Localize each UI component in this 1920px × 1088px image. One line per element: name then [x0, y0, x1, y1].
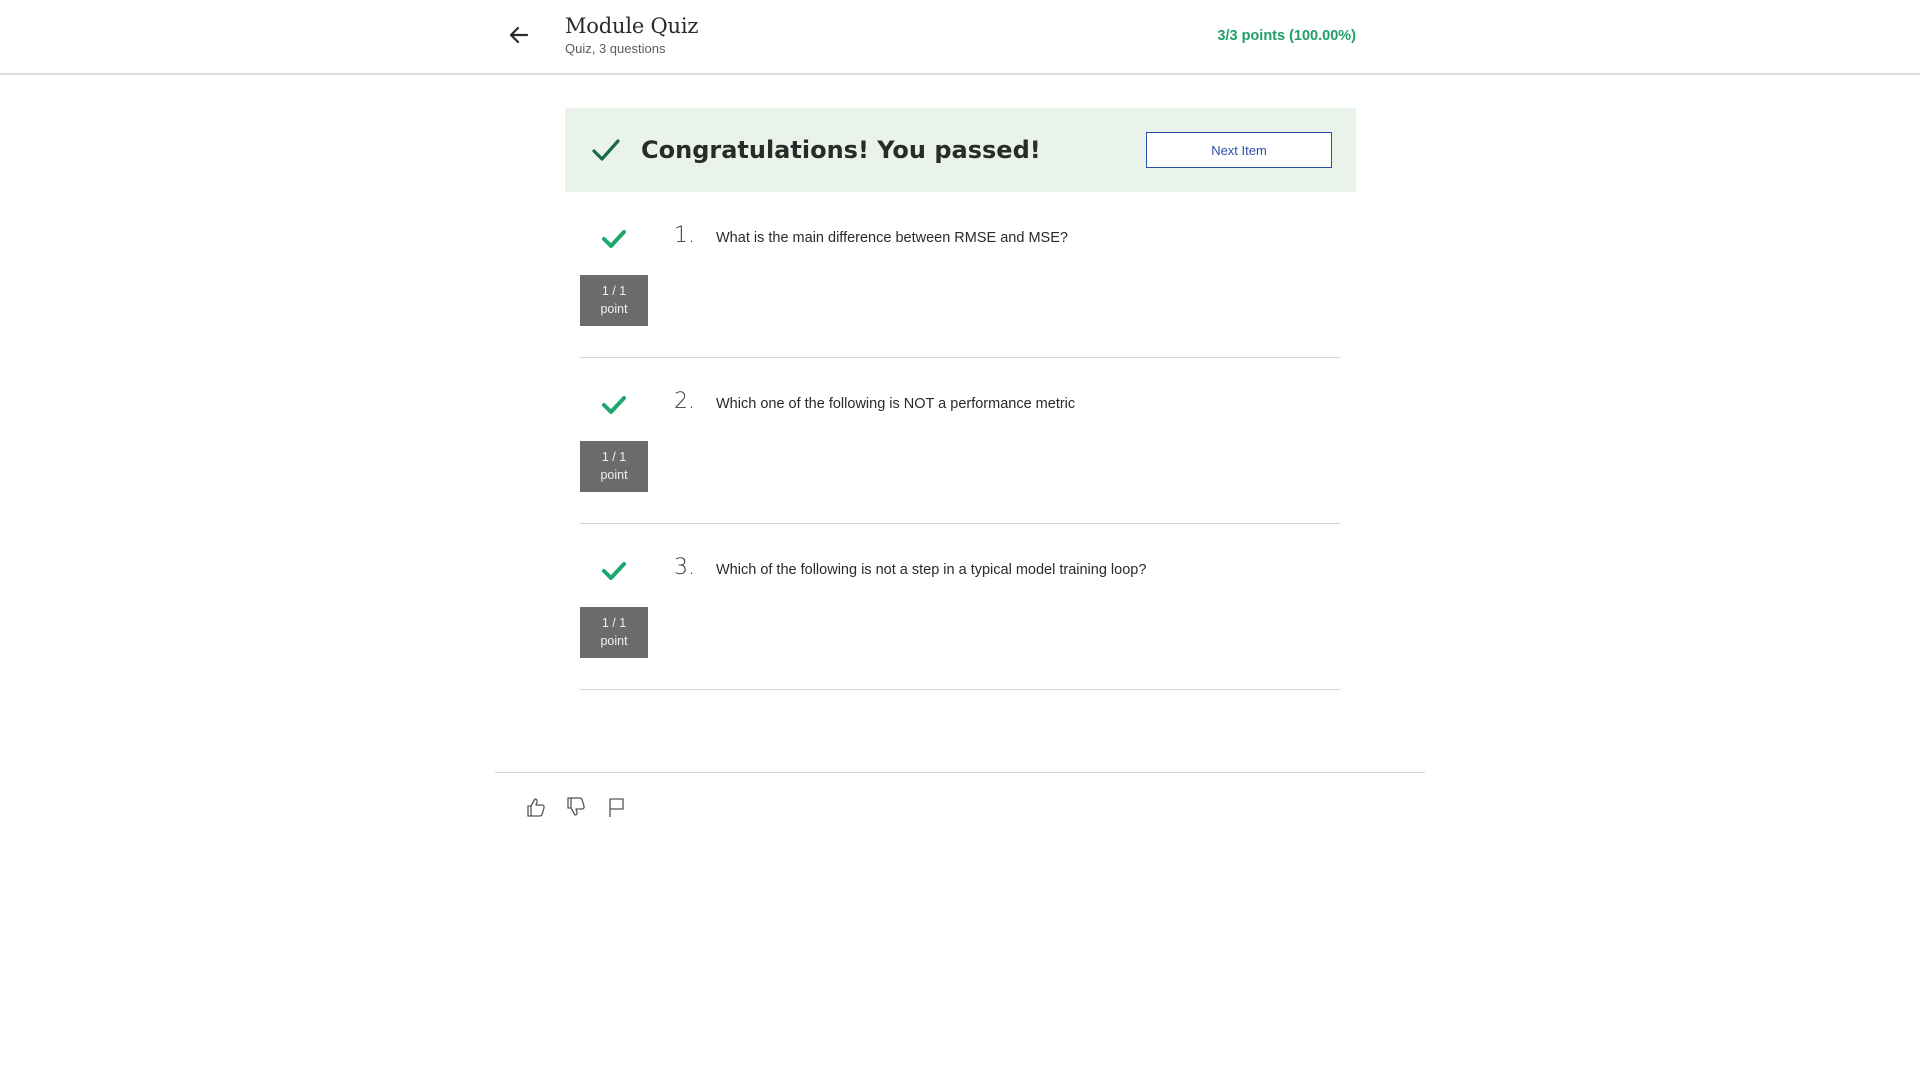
- dislike-button[interactable]: [564, 795, 588, 819]
- quiz-header: Module Quiz Quiz, 3 questions 3/3 points…: [0, 0, 1920, 75]
- points-badge: 1 / 1 point: [580, 607, 648, 658]
- feedback-bar: [524, 795, 628, 819]
- pass-banner: Congratulations! You passed! Next Item: [565, 108, 1356, 192]
- question-number: 3.: [674, 555, 695, 580]
- footer-divider: [495, 772, 1425, 773]
- score-summary: 3/3 points (100.00%): [1217, 28, 1356, 44]
- correct-check-icon: [602, 230, 626, 248]
- report-button[interactable]: [604, 795, 628, 819]
- question-item: 1 / 1 point 3. Which of the following is…: [580, 524, 1340, 690]
- like-button[interactable]: [524, 795, 548, 819]
- next-item-button[interactable]: Next Item: [1146, 132, 1332, 168]
- page-subtitle: Quiz, 3 questions: [565, 41, 666, 56]
- page-title: Module Quiz: [565, 14, 699, 38]
- arrow-left-icon: [509, 26, 529, 44]
- question-list: 1 / 1 point 1. What is the main differen…: [580, 192, 1340, 690]
- question-text: Which of the following is not a step in …: [716, 562, 1147, 578]
- question-number: 2.: [674, 389, 695, 414]
- correct-check-icon: [602, 396, 626, 414]
- points-badge: 1 / 1 point: [580, 275, 648, 326]
- back-button[interactable]: [504, 20, 534, 50]
- question-item: 1 / 1 point 2. Which one of the followin…: [580, 358, 1340, 524]
- question-text: What is the main difference between RMSE…: [716, 230, 1068, 246]
- title-block: Module Quiz Quiz, 3 questions: [565, 12, 698, 58]
- points-unit: point: [600, 468, 628, 482]
- flag-icon: [609, 798, 624, 817]
- thumbs-down-icon: [567, 797, 585, 816]
- points-unit: point: [600, 302, 628, 316]
- points-badge: 1 / 1 point: [580, 441, 648, 492]
- points-value: 1 / 1: [601, 284, 627, 298]
- points-value: 1 / 1: [601, 616, 627, 630]
- points-unit: point: [600, 634, 628, 648]
- thumbs-up-icon: [527, 798, 545, 817]
- question-text: Which one of the following is NOT a perf…: [716, 396, 1076, 412]
- correct-check-icon: [602, 562, 626, 580]
- pass-message: Congratulations! You passed!: [641, 136, 1041, 164]
- question-number: 1.: [674, 223, 695, 248]
- check-icon: [592, 139, 620, 161]
- points-value: 1 / 1: [601, 450, 627, 464]
- question-item: 1 / 1 point 1. What is the main differen…: [580, 192, 1340, 358]
